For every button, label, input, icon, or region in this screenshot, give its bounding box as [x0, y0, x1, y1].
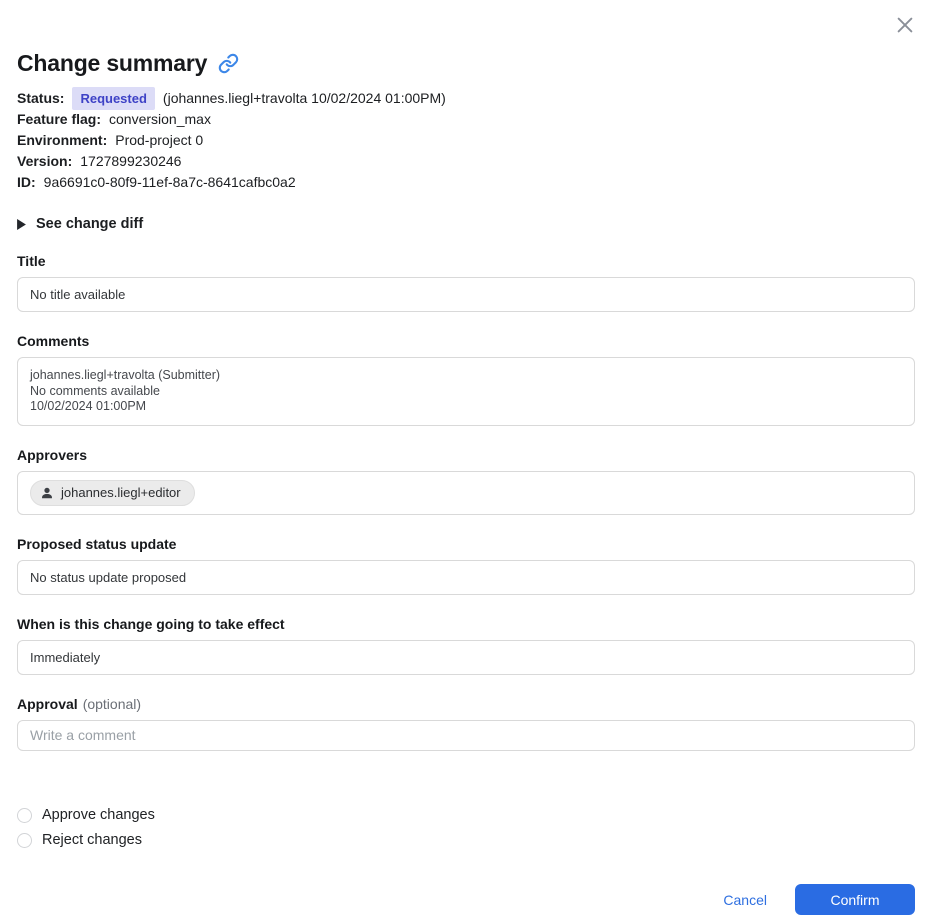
effect-timing-value: Immediately	[30, 649, 101, 665]
title-value-box: No title available	[17, 277, 915, 312]
approvers-section: Approvers johannes.liegl+editor	[17, 447, 915, 515]
reject-changes-radio[interactable]: Reject changes	[17, 828, 915, 853]
title-value: No title available	[30, 287, 126, 302]
status-label: Status:	[17, 90, 65, 106]
environment-label: Environment:	[17, 132, 108, 148]
metadata-list: Status: Requested (johannes.liegl+travol…	[17, 87, 915, 193]
approval-optional-hint: (optional)	[82, 695, 142, 712]
id-label: ID:	[17, 174, 36, 190]
close-icon	[894, 14, 916, 36]
copy-link-icon[interactable]	[218, 53, 239, 74]
approver-chip-label: johannes.liegl+editor	[61, 485, 181, 500]
environment-value: Prod-project 0	[115, 132, 204, 148]
id-row: ID: 9a6691c0-80f9-11ef-8a7c-8641cafbc0a2	[17, 172, 915, 193]
effect-timing-box: Immediately	[17, 639, 915, 675]
feature-flag-value: conversion_max	[109, 111, 211, 127]
approval-comment-input[interactable]	[17, 719, 915, 751]
comment-timestamp: 10/02/2024 01:00PM	[30, 399, 147, 413]
change-summary-dialog: Change summary Status: Requested (johann…	[0, 0, 929, 916]
reject-changes-label: Reject changes	[42, 832, 142, 848]
status-detail: (johannes.liegl+travolta 10/02/2024 01:0…	[162, 90, 446, 106]
feature-flag-row: Feature flag: conversion_max	[17, 109, 915, 130]
proposed-status-section: Proposed status update No status update …	[17, 536, 915, 595]
status-badge: Requested	[72, 87, 155, 110]
approve-changes-radio[interactable]: Approve changes	[17, 803, 915, 828]
comments-section: Comments johannes.liegl+travolta (Submit…	[17, 333, 915, 426]
version-row: Version: 1727899230246	[17, 151, 915, 172]
close-button[interactable]	[892, 12, 918, 38]
comment-body: No comments available	[30, 383, 160, 398]
feature-flag-label: Feature flag:	[17, 111, 102, 127]
approval-label: Approval (optional)	[17, 696, 915, 712]
approver-chip[interactable]: johannes.liegl+editor	[30, 479, 195, 506]
environment-row: Environment: Prod-project 0	[17, 130, 915, 151]
title-section: Title No title available	[17, 253, 915, 312]
comments-section-label: Comments	[17, 333, 90, 349]
dialog-footer: Cancel Confirm	[17, 884, 915, 916]
page-title: Change summary	[17, 50, 915, 77]
approvers-box: johannes.liegl+editor	[17, 470, 915, 515]
chevron-right-icon	[17, 218, 26, 230]
approvers-section-label: Approvers	[17, 446, 88, 463]
approval-section: Approval (optional)	[17, 696, 915, 751]
effect-timing-section: When is this change going to take effect…	[17, 616, 915, 675]
proposed-status-value: No status update proposed	[30, 569, 187, 585]
radio-unchecked-icon	[17, 807, 32, 823]
comments-box: johannes.liegl+travolta (Submitter) No c…	[17, 357, 915, 426]
approval-label-text: Approval	[17, 695, 78, 712]
approve-changes-label: Approve changes	[42, 807, 155, 823]
version-label: Version:	[17, 153, 73, 169]
decision-radio-group: Approve changes Reject changes	[17, 803, 915, 853]
effect-timing-label: When is this change going to take effect	[17, 615, 285, 632]
id-value: 9a6691c0-80f9-11ef-8a7c-8641cafbc0a2	[43, 174, 296, 190]
status-row: Status: Requested (johannes.liegl+travol…	[17, 87, 915, 110]
person-icon	[40, 486, 54, 500]
title-section-label: Title	[17, 253, 46, 269]
proposed-status-box: No status update proposed	[17, 559, 915, 595]
radio-unchecked-icon	[17, 832, 32, 848]
proposed-status-label: Proposed status update	[17, 535, 177, 552]
confirm-button[interactable]: Confirm	[795, 884, 915, 915]
cancel-button[interactable]: Cancel	[703, 884, 787, 916]
version-value: 1727899230246	[80, 153, 182, 169]
see-change-diff-label: See change diff	[36, 216, 144, 232]
see-change-diff-toggle[interactable]: See change diff	[17, 216, 143, 232]
dialog-title-text: Change summary	[17, 50, 208, 76]
comment-submitter: johannes.liegl+travolta (Submitter)	[30, 368, 221, 382]
